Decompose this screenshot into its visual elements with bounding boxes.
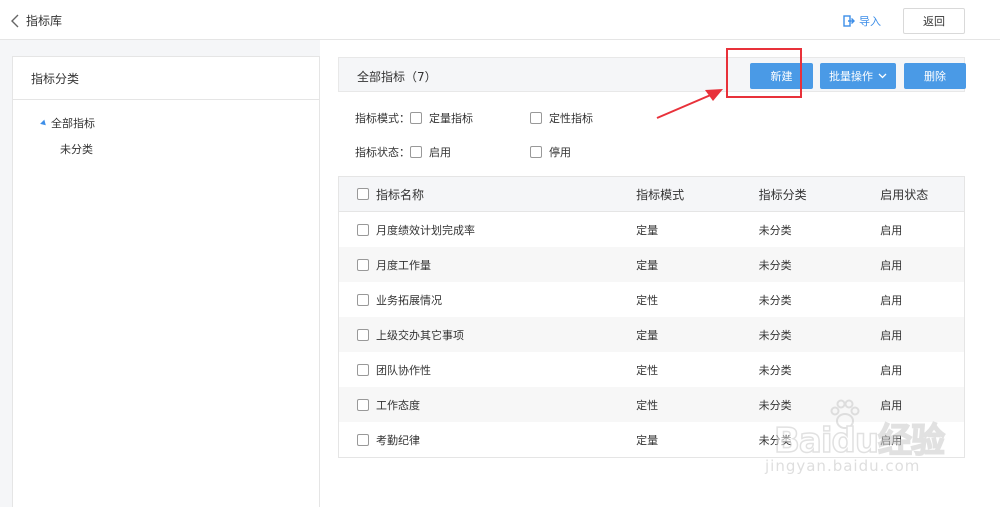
table-row[interactable]: 工作态度 定性 未分类 启用 <box>339 387 964 422</box>
import-link[interactable]: 导入 <box>843 13 881 29</box>
table-row[interactable]: 考勤纪律 定量 未分类 启用 <box>339 422 964 457</box>
category-sidebar: 指标分类 全部指标 未分类 <box>12 56 320 507</box>
cell-status: 启用 <box>880 293 903 307</box>
table-row[interactable]: 月度工作量 定量 未分类 启用 <box>339 247 964 282</box>
caret-down-icon[interactable] <box>40 119 48 127</box>
cell-status: 启用 <box>880 398 903 412</box>
row-checkbox[interactable] <box>357 258 369 271</box>
checkbox[interactable] <box>410 112 422 124</box>
cell-category: 未分类 <box>758 398 792 412</box>
list-title: 全部指标（7） <box>357 70 437 84</box>
cell-mode: 定量 <box>636 328 659 342</box>
cell-status: 启用 <box>880 433 903 447</box>
cell-status: 启用 <box>880 363 903 377</box>
cell-category: 未分类 <box>758 363 792 377</box>
chevron-left-icon <box>11 14 19 27</box>
cell-name: 业务拓展情况 <box>376 293 442 307</box>
header-mode: 指标模式 <box>636 187 685 202</box>
checkbox[interactable] <box>530 112 542 124</box>
table-row[interactable]: 团队协作性 定性 未分类 启用 <box>339 352 964 387</box>
back-link[interactable]: 指标库 <box>10 12 62 29</box>
category-tree: 全部指标 未分类 <box>13 100 319 162</box>
tree-node-all[interactable]: 全部指标 <box>13 110 319 136</box>
checkbox[interactable] <box>410 146 422 158</box>
toolbar: 全部指标（7） 新建 批量操作 删除 <box>338 57 966 92</box>
row-checkbox[interactable] <box>357 293 369 306</box>
tree-node-uncategorized[interactable]: 未分类 <box>13 136 319 162</box>
option-label: 停用 <box>549 146 571 159</box>
cell-category: 未分类 <box>758 258 792 272</box>
row-checkbox[interactable] <box>357 328 369 341</box>
status-option-enabled[interactable]: 启用 <box>410 144 530 160</box>
table-row[interactable]: 业务拓展情况 定性 未分类 启用 <box>339 282 964 317</box>
cell-name: 团队协作性 <box>376 363 431 377</box>
import-icon <box>843 15 855 27</box>
cell-mode: 定性 <box>636 363 659 377</box>
header-name: 指标名称 <box>376 187 425 202</box>
cell-mode: 定性 <box>636 398 659 412</box>
cell-name: 月度绩效计划完成率 <box>376 223 475 237</box>
cell-status: 启用 <box>880 223 903 237</box>
row-checkbox[interactable] <box>357 223 369 236</box>
select-all-checkbox[interactable] <box>357 188 369 200</box>
table-row[interactable]: 上级交办其它事项 定量 未分类 启用 <box>339 317 964 352</box>
row-checkbox[interactable] <box>357 433 369 446</box>
chevron-down-icon <box>878 73 887 79</box>
mode-option-qualitative[interactable]: 定性指标 <box>530 110 593 126</box>
new-button[interactable]: 新建 <box>750 63 813 89</box>
batch-actions-label: 批量操作 <box>829 70 873 83</box>
tree-node-label: 全部指标 <box>51 117 95 130</box>
main-panel: 全部指标（7） 新建 批量操作 删除 指标模式： 定量指标 定性指标 指标状态：… <box>320 40 1000 507</box>
checkbox[interactable] <box>530 146 542 158</box>
row-checkbox[interactable] <box>357 398 369 411</box>
cell-category: 未分类 <box>758 328 792 342</box>
table-row[interactable]: 月度绩效计划完成率 定量 未分类 启用 <box>339 212 964 247</box>
sidebar-title: 指标分类 <box>13 57 319 100</box>
mode-filter-label: 指标模式： <box>355 112 410 125</box>
indicator-table: 指标名称 指标模式 指标分类 启用状态 月度绩效计划完成率 定量 未分类 启用 月度工作… <box>338 176 965 458</box>
cell-category: 未分类 <box>758 223 792 237</box>
cell-mode: 定性 <box>636 293 659 307</box>
status-filter: 指标状态： 启用 停用 <box>355 144 571 160</box>
return-button[interactable]: 返回 <box>903 8 965 34</box>
cell-name: 上级交办其它事项 <box>376 328 464 342</box>
cell-status: 启用 <box>880 328 903 342</box>
header-category: 指标分类 <box>758 187 807 202</box>
status-option-disabled[interactable]: 停用 <box>530 144 571 160</box>
cell-mode: 定量 <box>636 433 659 447</box>
option-label: 定性指标 <box>549 112 593 125</box>
cell-name: 工作态度 <box>376 398 420 412</box>
top-bar: 指标库 导入 返回 <box>0 0 1000 40</box>
cell-mode: 定量 <box>636 258 659 272</box>
cell-name: 考勤纪律 <box>376 433 420 447</box>
cell-name: 月度工作量 <box>376 258 431 272</box>
cell-status: 启用 <box>880 258 903 272</box>
import-label: 导入 <box>859 15 881 28</box>
option-label: 启用 <box>429 146 451 159</box>
cell-category: 未分类 <box>758 433 792 447</box>
mode-option-quantitative[interactable]: 定量指标 <box>410 110 530 126</box>
batch-actions-button[interactable]: 批量操作 <box>820 63 896 89</box>
header-status: 启用状态 <box>880 187 929 202</box>
status-filter-label: 指标状态： <box>355 146 410 159</box>
delete-button[interactable]: 删除 <box>904 63 966 89</box>
cell-mode: 定量 <box>636 223 659 237</box>
mode-filter: 指标模式： 定量指标 定性指标 <box>355 110 593 126</box>
tree-node-label: 未分类 <box>60 143 93 156</box>
page-title: 指标库 <box>26 14 63 28</box>
cell-category: 未分类 <box>758 293 792 307</box>
table-header-row: 指标名称 指标模式 指标分类 启用状态 <box>339 177 964 212</box>
row-checkbox[interactable] <box>357 363 369 376</box>
option-label: 定量指标 <box>429 112 473 125</box>
